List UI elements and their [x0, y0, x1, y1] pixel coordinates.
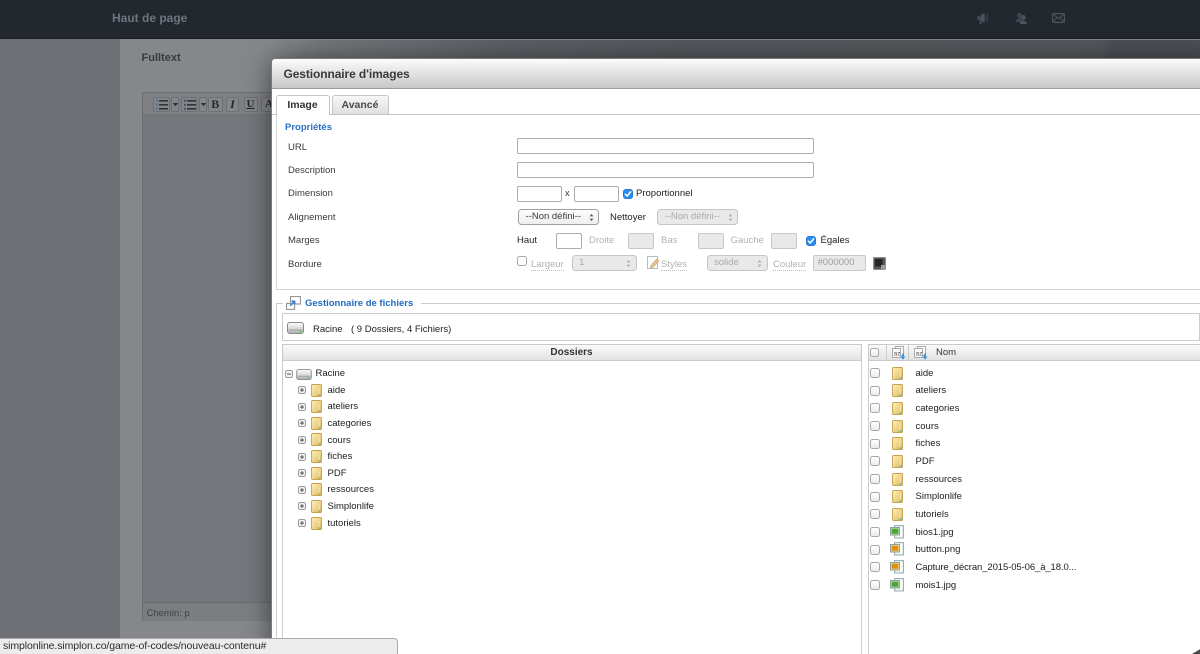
svg-text:az: az — [915, 350, 922, 357]
svg-text:az: az — [893, 350, 900, 357]
